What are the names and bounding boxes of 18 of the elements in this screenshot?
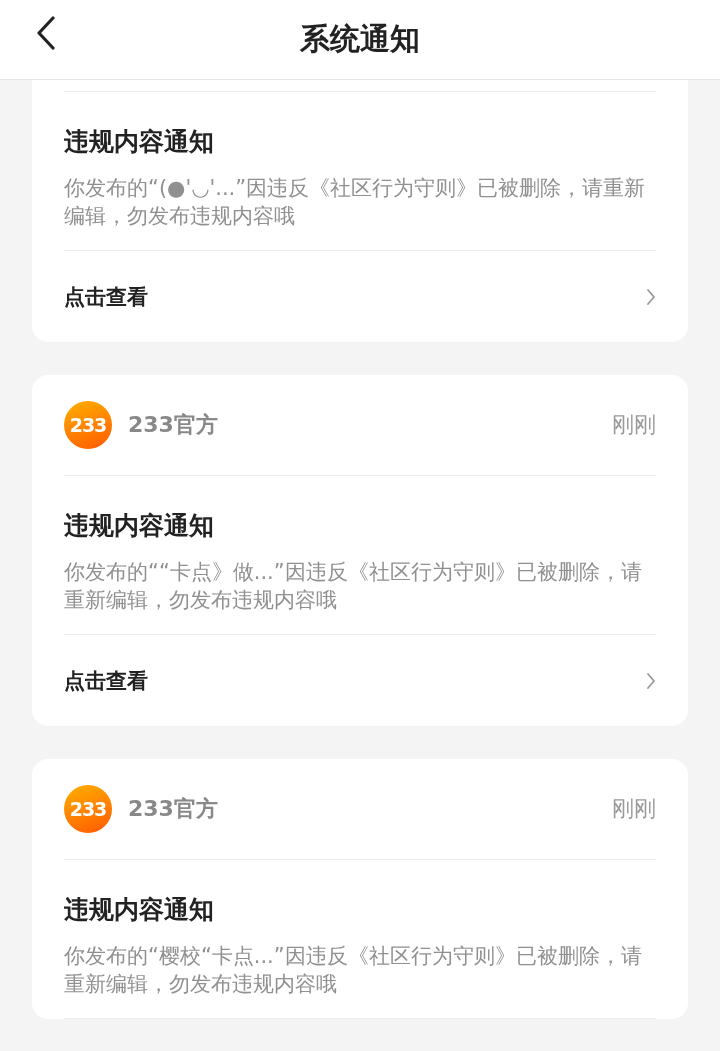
view-link[interactable]: 点击查看 [64, 251, 656, 342]
page-title: 系统通知 [300, 20, 420, 58]
sender-logo: 233 [64, 785, 112, 833]
notice-body: 你发布的“(●'◡'...”因违反《社区行为守则》已被删除，请重新编辑，勿发布违规内容哦 [64, 175, 647, 230]
notice-title: 违规内容通知 [64, 894, 215, 926]
chevron-icon [646, 671, 656, 690]
notice-title: 违规内容通知 [64, 510, 215, 542]
notice-title: 违规内容通知 [64, 126, 215, 158]
sender-name: 233官方 [128, 411, 218, 439]
back-icon[interactable] [36, 16, 56, 50]
notice-body: 你发布的“樱校“卡点...”因违反《社区行为守则》已被删除，请重新编辑，勿发布违规内容哦 [64, 943, 643, 998]
view-link[interactable]: 点击查看 [64, 635, 656, 726]
notice-time: 刚刚 [612, 411, 656, 439]
sender-logo: 233 [64, 401, 112, 449]
notice-body: 你发布的““卡点》做...”因违反《社区行为守则》已被删除，请重新编辑，勿发布违规内容哦 [64, 559, 643, 614]
notice-time: 刚刚 [612, 795, 656, 823]
chevron-icon [646, 287, 656, 306]
sender-name: 233官方 [128, 795, 218, 823]
